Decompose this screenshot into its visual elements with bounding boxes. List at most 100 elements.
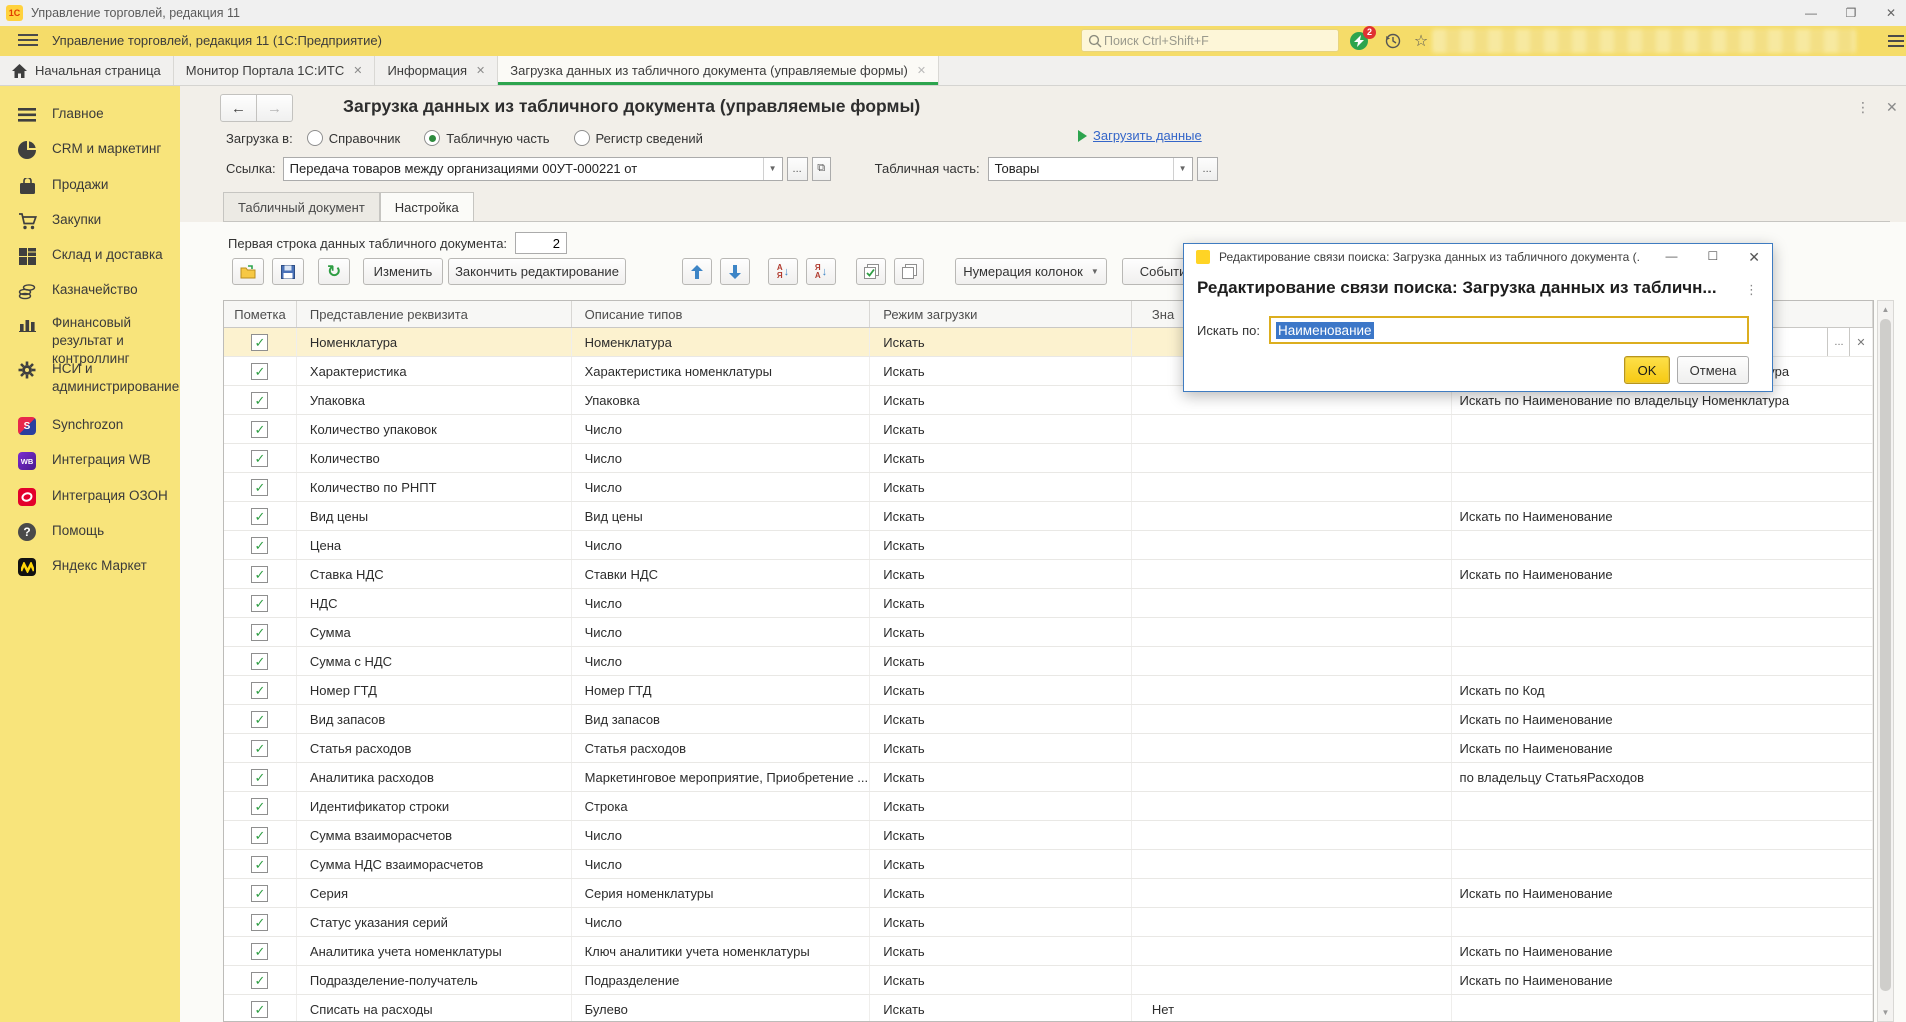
radio-circle-icon[interactable] — [307, 130, 323, 146]
sidebar-item-synchrozon[interactable]: SSynchrozon — [0, 416, 180, 436]
column-numbering-dropdown[interactable]: Нумерация колонок ▼ — [955, 258, 1107, 285]
nav-back-button[interactable]: ← — [220, 94, 257, 122]
window-tab-4[interactable]: Загрузка данных из табличного документа … — [498, 56, 939, 85]
row-checkbox[interactable]: ✓ — [251, 566, 268, 583]
dialog-close-button[interactable]: ✕ — [1748, 249, 1760, 266]
table-row[interactable]: ✓Сумма НДС взаиморасчетовЧислоИскать — [224, 850, 1873, 879]
window-maximize-button[interactable]: ❐ — [1844, 6, 1858, 20]
tab-close-icon[interactable]: ✕ — [353, 64, 362, 77]
sidebar-item-pie[interactable]: CRM и маркетинг — [0, 140, 180, 160]
discussions-icon[interactable]: 2 — [1348, 30, 1370, 52]
row-checkbox[interactable]: ✓ — [251, 595, 268, 612]
cell-more-button[interactable]: ... — [1827, 328, 1850, 356]
doc-tab-Табличный документ[interactable]: Табличный документ — [223, 192, 380, 222]
dialog-minimize-button[interactable]: — — [1666, 249, 1678, 266]
window-tab-1[interactable]: Начальная страница — [0, 56, 174, 85]
row-checkbox[interactable]: ✓ — [251, 624, 268, 641]
reference-combo[interactable]: Передача товаров между организациями 00У… — [283, 157, 783, 181]
global-search[interactable] — [1081, 29, 1339, 52]
radio-Справочник[interactable]: Справочник — [307, 130, 401, 146]
sidebar-item-wb[interactable]: WBИнтеграция WB — [0, 451, 180, 471]
main-menu-button[interactable] — [18, 34, 38, 48]
sidebar-item-menu[interactable]: Главное — [0, 105, 180, 125]
row-checkbox[interactable]: ✓ — [251, 827, 268, 844]
form-close-icon[interactable]: ✕ — [1886, 99, 1898, 116]
table-row[interactable]: ✓Подразделение-получательПодразделениеИс… — [224, 966, 1873, 995]
table-row[interactable]: ✓Ставка НДССтавки НДСИскатьИскать по Наи… — [224, 560, 1873, 589]
radio-circle-icon[interactable] — [574, 130, 590, 146]
row-checkbox[interactable]: ✓ — [251, 682, 268, 699]
nav-forward-button[interactable]: → — [257, 94, 293, 122]
search-input[interactable] — [1102, 33, 1306, 49]
row-checkbox[interactable]: ✓ — [251, 711, 268, 728]
window-tab-2[interactable]: Монитор Портала 1С:ИТС✕ — [174, 56, 376, 85]
sidebar-item-cart[interactable]: Закупки — [0, 211, 180, 231]
table-row[interactable]: ✓Количество по РНПТЧислоИскать — [224, 473, 1873, 502]
row-checkbox[interactable]: ✓ — [251, 363, 268, 380]
dialog-more-icon[interactable]: ⋮ — [1745, 282, 1758, 298]
sort-asc-button[interactable]: АЯ↓ — [768, 258, 798, 285]
favorites-button[interactable]: ☆ — [1410, 30, 1432, 52]
table-scrollbar[interactable]: ▲ ▼ — [1877, 300, 1894, 1022]
dialog-maximize-button[interactable]: ☐ — [1708, 249, 1719, 266]
tab-part-more-button[interactable]: ... — [1197, 157, 1218, 181]
form-more-icon[interactable]: ⋮ — [1856, 99, 1870, 116]
row-checkbox[interactable]: ✓ — [251, 798, 268, 815]
sidebar-item-help[interactable]: ?Помощь — [0, 522, 180, 542]
ok-button[interactable]: OK — [1624, 356, 1670, 384]
edit-button[interactable]: Изменить — [363, 258, 443, 285]
row-checkbox[interactable]: ✓ — [251, 914, 268, 931]
table-row[interactable]: ✓Номер ГТДНомер ГТДИскатьИскать по Код — [224, 676, 1873, 705]
table-row[interactable]: ✓Идентификатор строкиСтрокаИскать — [224, 792, 1873, 821]
sidebar-item-bag[interactable]: Продажи — [0, 176, 180, 196]
sidebar-item-coins[interactable]: Казначейство — [0, 281, 180, 301]
radio-circle-icon[interactable] — [424, 130, 440, 146]
table-row[interactable]: ✓Вид запасовВид запасовИскатьИскать по Н… — [224, 705, 1873, 734]
cell-clear-button[interactable]: ✕ — [1849, 328, 1872, 356]
table-row[interactable]: ✓Аналитика учета номенклатурыКлюч аналит… — [224, 937, 1873, 966]
sidebar-item-ozon[interactable]: Интеграция ОЗОН — [0, 487, 180, 507]
scrollbar-thumb[interactable] — [1880, 319, 1891, 991]
radio-Регистр сведений[interactable]: Регистр сведений — [574, 130, 703, 146]
sidebar-item-grid[interactable]: Склад и доставка — [0, 246, 180, 266]
sidebar-item-gear[interactable]: НСИ и администрирование — [0, 360, 180, 396]
refresh-button[interactable]: ↻ — [318, 258, 350, 285]
sort-desc-button[interactable]: ЯА↓ — [806, 258, 836, 285]
tab-close-icon[interactable]: ✕ — [476, 64, 485, 77]
load-data-link[interactable]: Загрузить данные — [1093, 128, 1202, 143]
service-menu-icon[interactable] — [1888, 34, 1906, 48]
reference-open-icon[interactable]: ⧉ — [812, 157, 831, 181]
window-close-button[interactable]: ✕ — [1884, 6, 1898, 20]
row-checkbox[interactable]: ✓ — [251, 653, 268, 670]
table-row[interactable]: ✓Количество упаковокЧислоИскать — [224, 415, 1873, 444]
scroll-down-icon[interactable]: ▼ — [1878, 1004, 1893, 1021]
row-checkbox[interactable]: ✓ — [251, 479, 268, 496]
reference-more-button[interactable]: ... — [787, 157, 808, 181]
row-checkbox[interactable]: ✓ — [251, 334, 268, 351]
row-checkbox[interactable]: ✓ — [251, 972, 268, 989]
table-row[interactable]: ✓Сумма взаиморасчетовЧислоИскать — [224, 821, 1873, 850]
table-row[interactable]: ✓Статус указания серийЧислоИскать — [224, 908, 1873, 937]
open-button[interactable] — [232, 258, 264, 285]
chevron-down-icon[interactable]: ▼ — [1173, 158, 1192, 180]
cancel-button[interactable]: Отмена — [1677, 356, 1749, 384]
table-row[interactable]: ✓Статья расходовСтатья расходовИскатьИск… — [224, 734, 1873, 763]
row-checkbox[interactable]: ✓ — [251, 421, 268, 438]
uncheck-all-button[interactable] — [894, 258, 924, 285]
table-row[interactable]: ✓КоличествоЧислоИскать — [224, 444, 1873, 473]
window-minimize-button[interactable]: — — [1804, 6, 1818, 20]
row-checkbox[interactable]: ✓ — [251, 769, 268, 786]
move-down-button[interactable] — [720, 258, 750, 285]
table-row[interactable]: ✓ЦенаЧислоИскать — [224, 531, 1873, 560]
table-row[interactable]: ✓Аналитика расходовМаркетинговое меропри… — [224, 763, 1873, 792]
first-row-input[interactable] — [515, 232, 567, 254]
sidebar-item-yamarket[interactable]: Яндекс Маркет — [0, 557, 180, 577]
row-checkbox[interactable]: ✓ — [251, 856, 268, 873]
tab-part-combo[interactable]: Товары ▼ — [988, 157, 1193, 181]
row-checkbox[interactable]: ✓ — [251, 1001, 268, 1018]
dialog-titlebar[interactable]: Редактирование связи поиска: Загрузка да… — [1184, 244, 1772, 270]
table-row[interactable]: ✓Вид ценыВид ценыИскатьИскать по Наимено… — [224, 502, 1873, 531]
load-data-action[interactable]: Загрузить данные — [1078, 128, 1202, 143]
move-up-button[interactable] — [682, 258, 712, 285]
radio-Табличную часть[interactable]: Табличную часть — [424, 130, 549, 146]
